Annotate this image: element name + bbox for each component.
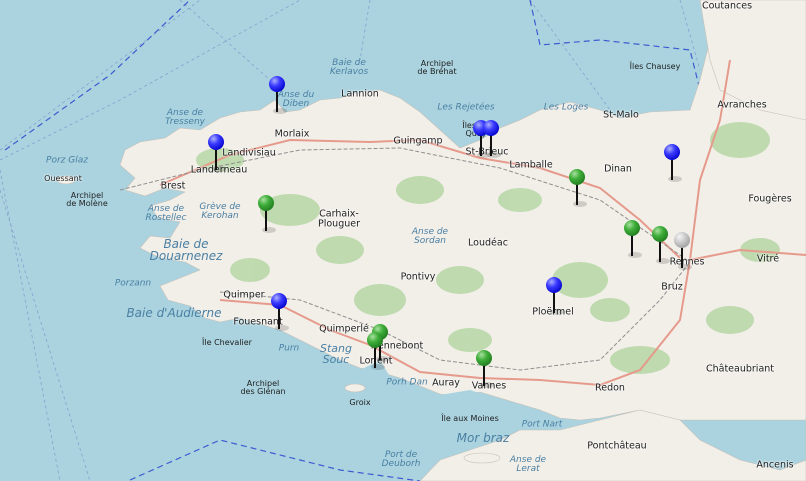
map-marker-pin[interactable] [269, 76, 287, 114]
map-marker-pin[interactable] [624, 220, 642, 258]
map-marker-pin[interactable] [271, 293, 289, 331]
map-marker-pin[interactable] [652, 226, 670, 264]
map-marker-pin[interactable] [208, 134, 226, 172]
map-marker-pin[interactable] [476, 350, 494, 388]
map-marker-pin[interactable] [483, 120, 501, 158]
map-marker-pin[interactable] [664, 144, 682, 182]
map-marker-pin[interactable] [674, 232, 692, 270]
map-marker-pin[interactable] [546, 277, 564, 315]
map-marker-pin[interactable] [258, 195, 276, 233]
map-view[interactable]: Coutances Îles Chausey Avranches St-Malo… [0, 0, 806, 481]
map-marker-pin[interactable] [367, 332, 385, 370]
map-marker-pin[interactable] [569, 169, 587, 207]
